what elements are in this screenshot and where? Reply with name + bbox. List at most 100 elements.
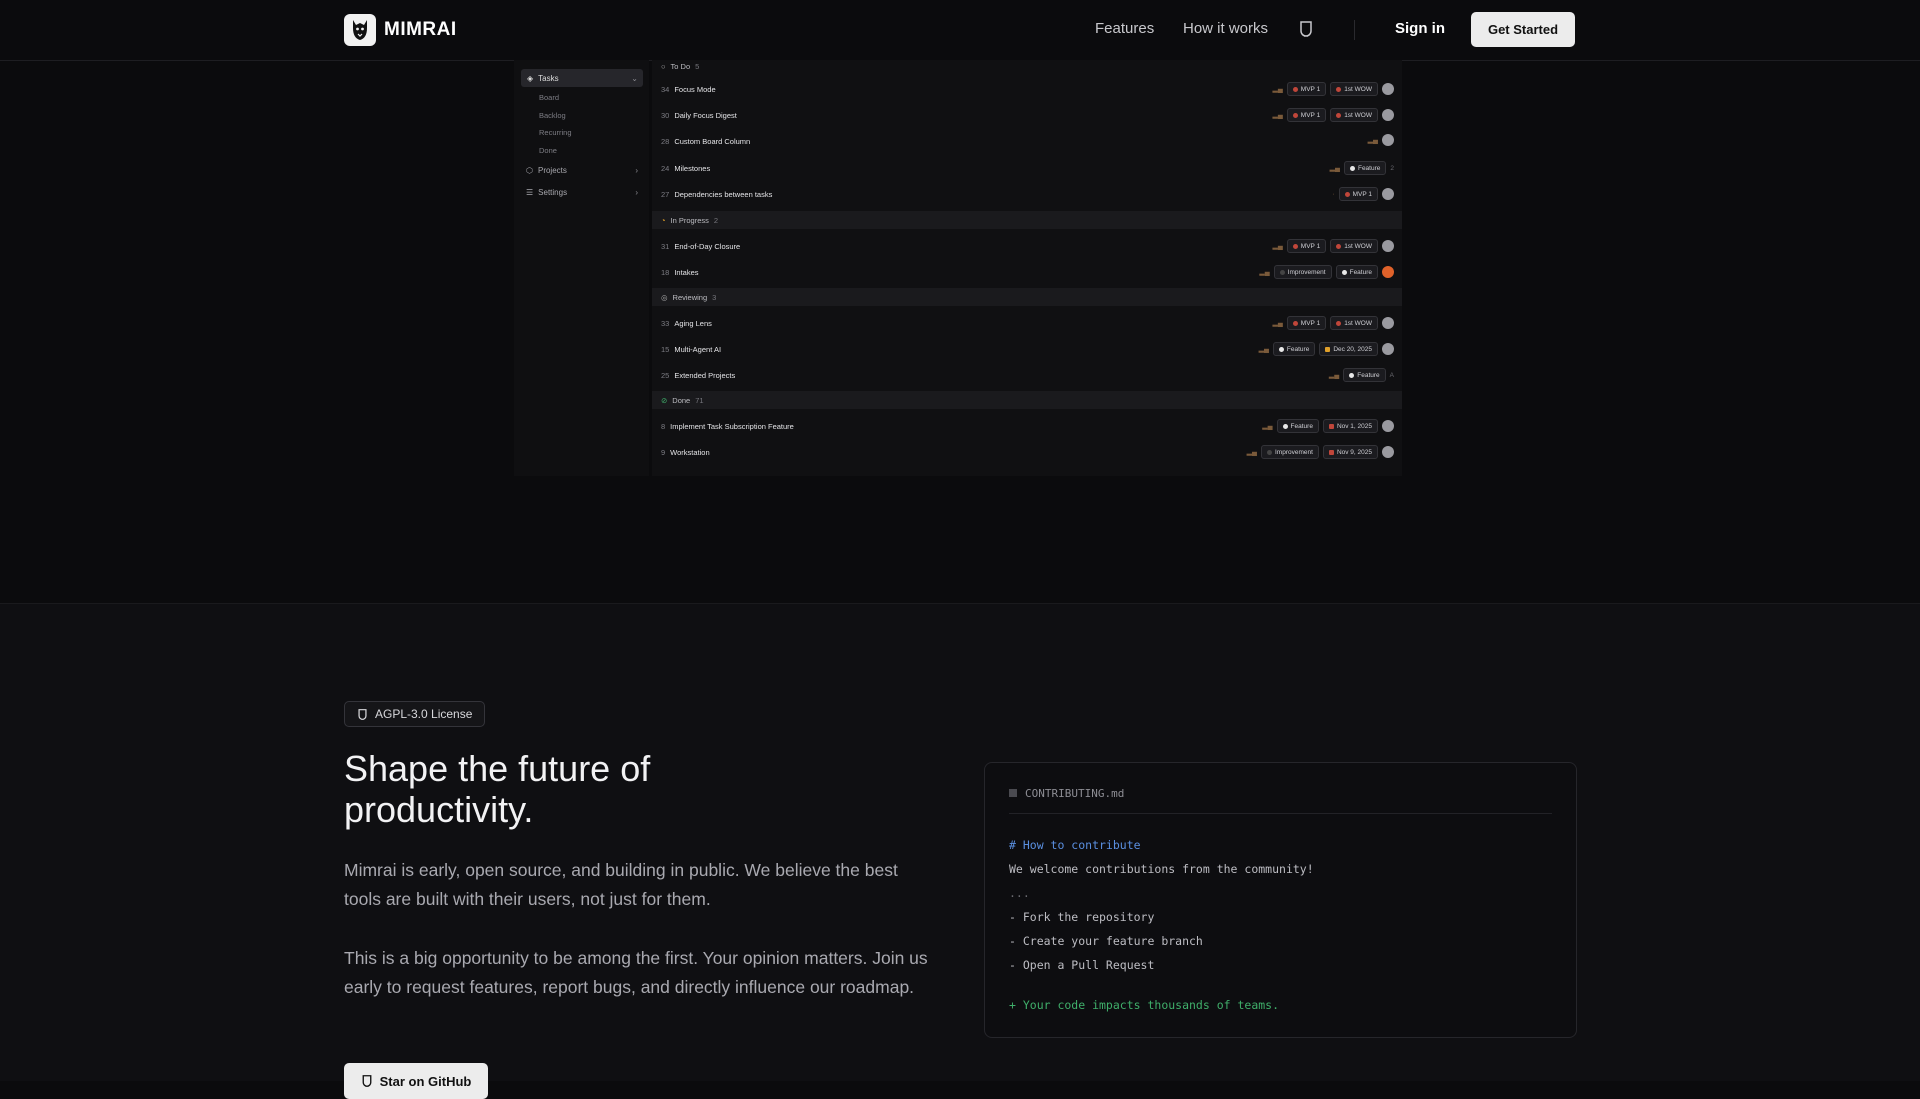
table-row[interactable]: 27 Dependencies between tasks · MVP 1 [652, 181, 1402, 207]
github-icon[interactable] [1298, 20, 1314, 42]
group-name: Reviewing [672, 292, 708, 302]
section-paragraph-1: Mimrai is early, open source, and buildi… [344, 860, 898, 909]
task-number: 25 [661, 370, 670, 380]
chevron-right-icon: › [635, 188, 638, 197]
group-name: To Do [670, 61, 691, 71]
tag[interactable]: Feature [1343, 161, 1387, 175]
tag[interactable]: MVP 1 [1286, 108, 1327, 122]
tag[interactable]: Improvement [1273, 265, 1332, 279]
github-icon [358, 708, 367, 720]
sidebar-item-board[interactable]: Board [539, 93, 559, 102]
table-row[interactable]: 25 Extended Projects ▂▄ Feature A [652, 362, 1402, 388]
tag[interactable]: Improvement [1261, 445, 1319, 459]
table-row[interactable]: 15 Multi-Agent AI ▂▄ Feature Dec 20, 2025 [652, 336, 1402, 362]
avatar[interactable] [1382, 134, 1394, 146]
sidebar-item-backlog[interactable]: Backlog [539, 111, 566, 120]
due-date[interactable]: Nov 9, 2025 [1322, 445, 1378, 459]
group-header-reviewing[interactable]: ◎ Reviewing 3 [652, 288, 1402, 306]
tag[interactable]: MVP 1 [1286, 316, 1327, 330]
sliders-icon: ☰ [526, 188, 534, 197]
table-row[interactable]: 9 Workstation ▂▄ Improvement Nov 9, 2025 [652, 439, 1402, 465]
due-date[interactable]: Dec 20, 2025 [1319, 342, 1378, 356]
task-number: 28 [661, 136, 670, 146]
avatar[interactable] [1382, 188, 1394, 200]
tag[interactable]: Feature [1343, 368, 1386, 382]
code-line: We welcome contributions from the commun… [1009, 862, 1314, 876]
table-row[interactable]: 8 Implement Task Subscription Feature ▂▄ F… [652, 413, 1402, 439]
code-line: + Your code impacts thousands of teams. [1009, 998, 1280, 1012]
priority-icon: ▂▄ [1258, 346, 1269, 353]
task-title: Intakes [674, 267, 699, 277]
progress-icon: ◔ [661, 215, 666, 225]
check-circle-icon: ⊘ [661, 395, 668, 405]
tag[interactable]: MVP 1 [1338, 187, 1378, 201]
badge-label: AGPL-3.0 License [375, 707, 473, 721]
get-started-button[interactable]: Get Started [1471, 12, 1575, 47]
table-row[interactable]: 24 Milestones ▂▄ Feature 2 [652, 155, 1402, 181]
group-header-todo[interactable]: ○ To Do 5 [652, 60, 1402, 75]
sidebar-item-projects[interactable]: ⬡ Projects › [526, 166, 643, 175]
cube-icon: ⬡ [526, 166, 533, 175]
priority-icon: ▂▄ [1329, 165, 1340, 172]
sidebar-item-recurring[interactable]: Recurring [539, 128, 572, 137]
tag[interactable]: 1st WOW [1330, 82, 1378, 96]
tag-label: Feature [1290, 422, 1313, 430]
task-number: 18 [661, 267, 670, 277]
tag[interactable]: Feature [1335, 265, 1378, 279]
task-title: Milestones [674, 163, 711, 173]
sign-in-link[interactable]: Sign in [1395, 20, 1445, 37]
section-paragraph-2: This is a big opportunity to be among th… [344, 948, 928, 997]
table-row[interactable]: 28 Custom Board Column ▂▄ [652, 128, 1402, 154]
avatar[interactable] [1382, 83, 1394, 95]
avatar[interactable] [1382, 266, 1394, 278]
group-header-done[interactable]: ⊘ Done 71 [652, 391, 1402, 409]
avatar[interactable] [1382, 109, 1394, 121]
task-number: 34 [661, 84, 670, 94]
priority-icon: ▂▄ [1272, 112, 1283, 119]
priority-icon: ▂▄ [1246, 449, 1257, 456]
avatar[interactable] [1382, 446, 1394, 458]
avatar[interactable] [1382, 240, 1394, 252]
sidebar-item-settings[interactable]: ☰ Settings › [526, 188, 643, 197]
task-title: End-of-Day Closure [674, 241, 741, 251]
task-title: Daily Focus Digest [674, 110, 737, 120]
tag[interactable]: 1st WOW [1330, 239, 1378, 253]
tag[interactable]: Feature [1272, 342, 1316, 356]
sidebar-item-tasks[interactable]: ◈ Tasks ⌄ [521, 69, 643, 87]
group-name: Done [672, 395, 691, 405]
avatar[interactable] [1382, 343, 1394, 355]
tag-label: Nov 1, 2025 [1336, 422, 1372, 430]
task-title: Aging Lens [674, 318, 712, 328]
nav-link-how-it-works[interactable]: How it works [1183, 20, 1268, 37]
table-row[interactable]: 33 Aging Lens ▂▄ MVP 1 1st WOW [652, 310, 1402, 336]
task-list: ○ To Do 5 34 Focus Mode ▂▄ MVP 1 1st WOW 30… [652, 60, 1402, 476]
brand-logo[interactable]: MIMRAI [344, 14, 457, 46]
tag-label: 1st WOW [1344, 85, 1372, 93]
contribute-section [0, 603, 1920, 1081]
table-row[interactable]: 30 Daily Focus Digest ▂▄ MVP 1 1st WOW [652, 102, 1402, 128]
brand-name: MIMRAI [384, 19, 457, 40]
task-title: Custom Board Column [674, 136, 751, 146]
tag[interactable]: MVP 1 [1286, 82, 1327, 96]
star-on-github-button[interactable]: Star on GitHub [344, 1063, 488, 1099]
avatar[interactable] [1382, 420, 1394, 432]
tag-label: MVP 1 [1300, 242, 1321, 250]
avatar[interactable] [1382, 317, 1394, 329]
table-row[interactable]: 34 Focus Mode ▂▄ MVP 1 1st WOW [652, 76, 1402, 102]
tag[interactable]: Feature [1276, 419, 1319, 433]
due-date[interactable]: Nov 1, 2025 [1322, 419, 1378, 433]
group-header-in-progress[interactable]: ◔ In Progress 2 [652, 211, 1402, 229]
circle-icon: ○ [661, 61, 666, 71]
tag[interactable]: 1st WOW [1330, 316, 1378, 330]
code-filename: CONTRIBUTING.md [1025, 787, 1125, 800]
priority-icon: · [1332, 190, 1335, 198]
tag-label: 1st WOW [1344, 242, 1372, 250]
code-line: # How to contribute [1009, 838, 1141, 852]
table-row[interactable]: 31 End-of-Day Closure ▂▄ MVP 1 1st WOW [652, 233, 1402, 259]
nav-link-features[interactable]: Features [1095, 20, 1154, 37]
tag[interactable]: 1st WOW [1330, 108, 1378, 122]
table-row[interactable]: 18 Intakes ▂▄ Improvement Feature [652, 259, 1402, 285]
sidebar-item-done[interactable]: Done [539, 146, 557, 155]
chevron-right-icon: › [635, 166, 638, 175]
tag[interactable]: MVP 1 [1286, 239, 1327, 253]
